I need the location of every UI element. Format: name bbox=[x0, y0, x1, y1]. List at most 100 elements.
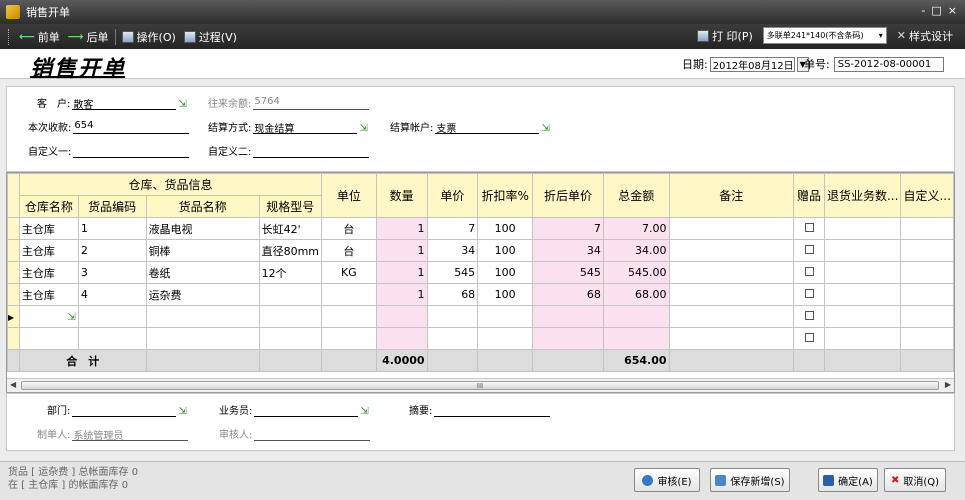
col-spec[interactable]: 规格型号 bbox=[258, 195, 323, 218]
cell-amount[interactable]: 545.00 bbox=[602, 261, 670, 284]
cell-name[interactable]: 液晶电视 bbox=[145, 217, 260, 240]
cancel-button[interactable]: ✖ 取消(Q) bbox=[884, 468, 946, 492]
cell-return-no[interactable] bbox=[823, 261, 902, 284]
dept-input[interactable] bbox=[72, 403, 177, 417]
col-qty[interactable]: 数量 bbox=[375, 173, 428, 218]
save-new-button[interactable]: 保存新增(S) bbox=[710, 468, 790, 492]
col-name[interactable]: 货品名称 bbox=[145, 195, 260, 218]
row-header[interactable] bbox=[7, 217, 20, 240]
cell-name[interactable] bbox=[145, 327, 260, 350]
cell-amount[interactable] bbox=[602, 327, 670, 350]
cell-return-no[interactable] bbox=[823, 305, 902, 328]
style-design-button[interactable]: ✕ 样式设计 bbox=[893, 28, 957, 44]
cell-disc-price[interactable]: 68 bbox=[532, 283, 604, 306]
cell-qty[interactable]: 1 bbox=[375, 283, 428, 306]
row-header[interactable] bbox=[7, 239, 20, 262]
cell-amount[interactable]: 68.00 bbox=[602, 283, 670, 306]
maximize-button[interactable]: □ bbox=[931, 4, 941, 17]
salesman-input[interactable] bbox=[254, 403, 359, 417]
table-row-new[interactable]: ▶ ⇲ bbox=[7, 305, 954, 328]
operate-menu[interactable]: 操作(O) bbox=[118, 29, 180, 45]
cell-spec[interactable]: 12个 bbox=[258, 261, 323, 284]
ok-button[interactable]: 确定(A) bbox=[818, 468, 878, 492]
cell-custom[interactable] bbox=[900, 217, 954, 240]
cell-spec[interactable] bbox=[258, 283, 323, 306]
cell-qty[interactable] bbox=[375, 327, 428, 350]
cell-unit[interactable] bbox=[321, 305, 377, 328]
cell-disc-price[interactable]: 7 bbox=[532, 217, 604, 240]
scroll-right-icon[interactable]: ▶ bbox=[945, 380, 951, 389]
cell-amount[interactable]: 34.00 bbox=[602, 239, 670, 262]
print-template-select[interactable]: 多联单241*140(不含条码) ▾ bbox=[762, 27, 887, 44]
cell-name[interactable]: 运杂费 bbox=[145, 283, 260, 306]
cell-price[interactable]: 68 bbox=[426, 283, 479, 306]
cell-remark[interactable] bbox=[668, 239, 795, 262]
cell-remark[interactable] bbox=[668, 305, 795, 328]
cell-code[interactable]: 2 bbox=[77, 239, 147, 262]
cell-price[interactable]: 7 bbox=[426, 217, 479, 240]
cell-disc-price[interactable]: 545 bbox=[532, 261, 604, 284]
cell-name[interactable]: 卷纸 bbox=[145, 261, 260, 284]
col-discount[interactable]: 折扣率% bbox=[477, 173, 534, 218]
cell-disc-price[interactable]: 34 bbox=[532, 239, 604, 262]
custom2-input[interactable] bbox=[253, 144, 370, 158]
horizontal-scrollbar[interactable]: ◀ III ▶ bbox=[7, 378, 954, 392]
row-header[interactable] bbox=[7, 261, 20, 284]
cell-custom[interactable] bbox=[900, 327, 954, 350]
cell-spec[interactable]: 长虹42' bbox=[258, 217, 323, 240]
table-row-empty[interactable] bbox=[7, 327, 954, 350]
cell-unit[interactable]: KG bbox=[321, 261, 377, 284]
print-button[interactable]: 打 印(P) bbox=[693, 28, 757, 44]
cell-remark[interactable] bbox=[668, 327, 795, 350]
scrollbar-thumb[interactable]: III bbox=[21, 381, 939, 390]
gift-checkbox[interactable] bbox=[804, 333, 814, 342]
cell-warehouse[interactable]: 主仓库 bbox=[18, 283, 79, 306]
gift-checkbox[interactable] bbox=[804, 267, 814, 276]
cell-custom[interactable] bbox=[900, 305, 954, 328]
cell-spec[interactable] bbox=[258, 327, 323, 350]
table-row[interactable]: 主仓库 1 液晶电视 长虹42' 台 1 7 100 7 7.00 bbox=[7, 217, 954, 240]
cell-disc-price[interactable] bbox=[532, 305, 604, 328]
cell-name[interactable] bbox=[145, 305, 260, 328]
cell-return-no[interactable] bbox=[823, 283, 902, 306]
received-input[interactable]: 654 bbox=[73, 120, 190, 134]
cell-code[interactable]: 4 bbox=[77, 283, 147, 306]
cell-code[interactable]: 1 bbox=[77, 217, 147, 240]
pick-icon[interactable]: ⇲ bbox=[360, 406, 368, 417]
row-header[interactable] bbox=[7, 283, 20, 306]
cell-price[interactable]: 34 bbox=[426, 239, 479, 262]
cell-return-no[interactable] bbox=[823, 217, 902, 240]
cell-warehouse[interactable]: 主仓库 bbox=[18, 239, 79, 262]
cell-custom[interactable] bbox=[900, 239, 954, 262]
cell-qty[interactable] bbox=[375, 305, 428, 328]
pick-icon[interactable]: ⇲ bbox=[541, 123, 549, 134]
audit-button[interactable]: 审核(E) bbox=[634, 468, 700, 492]
cell-spec[interactable] bbox=[258, 305, 323, 328]
table-row[interactable]: 主仓库 4 运杂费 1 68 100 68 68.00 bbox=[7, 283, 954, 306]
gift-checkbox[interactable] bbox=[804, 223, 814, 232]
cell-spec[interactable]: 直径80mm bbox=[258, 239, 323, 262]
customer-input[interactable]: 散客 bbox=[72, 96, 177, 111]
gift-checkbox[interactable] bbox=[804, 289, 814, 298]
col-code[interactable]: 货品编码 bbox=[77, 195, 147, 218]
cell-discount[interactable] bbox=[477, 305, 534, 328]
cell-warehouse[interactable]: 主仓库 bbox=[18, 217, 79, 240]
cell-discount[interactable] bbox=[477, 327, 534, 350]
cell-unit[interactable] bbox=[321, 327, 377, 350]
cell-remark[interactable] bbox=[668, 217, 795, 240]
cell-qty[interactable]: 1 bbox=[375, 261, 428, 284]
summary-input[interactable] bbox=[434, 403, 551, 417]
cell-warehouse[interactable]: ⇲ bbox=[18, 305, 79, 328]
cell-unit[interactable] bbox=[321, 283, 377, 306]
cell-remark[interactable] bbox=[668, 261, 795, 284]
cell-price[interactable] bbox=[426, 305, 479, 328]
pick-icon[interactable]: ⇲ bbox=[67, 312, 75, 323]
pick-icon[interactable]: ⇲ bbox=[359, 123, 367, 134]
settle-method-input[interactable]: 现金结算 bbox=[253, 120, 358, 135]
table-row[interactable]: 主仓库 2 铜棒 直径80mm 台 1 34 100 34 34.00 bbox=[7, 239, 954, 262]
col-warehouse[interactable]: 仓库名称 bbox=[18, 195, 79, 218]
cell-unit[interactable]: 台 bbox=[321, 217, 377, 240]
cell-return-no[interactable] bbox=[823, 239, 902, 262]
process-menu[interactable]: 过程(V) bbox=[180, 29, 241, 45]
col-unit[interactable]: 单位 bbox=[321, 173, 377, 218]
